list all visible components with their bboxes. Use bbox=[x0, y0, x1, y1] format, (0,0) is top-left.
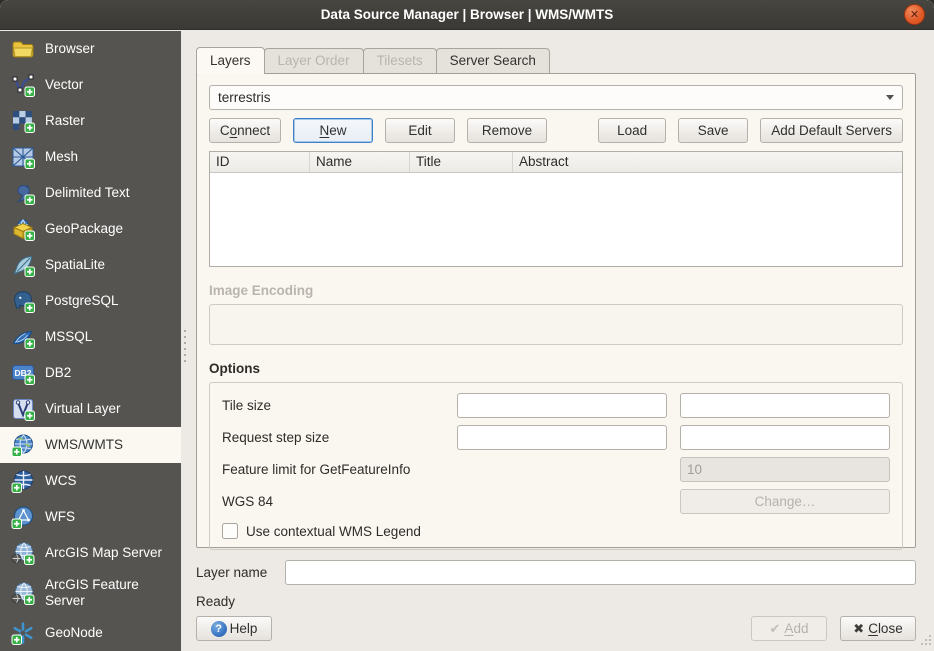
connection-buttons: Connect New Edit Remove Load Save Add De… bbox=[209, 118, 903, 143]
tile-size-width-input[interactable] bbox=[457, 393, 667, 418]
options-group: Tile size Request step size Feature limi… bbox=[209, 382, 903, 550]
crs-change-button[interactable]: Change… bbox=[680, 489, 890, 514]
feather-icon bbox=[11, 253, 35, 277]
sidebar-item-geonode[interactable]: GeoNode bbox=[0, 615, 181, 651]
folder-icon bbox=[11, 37, 35, 61]
wms-globe-icon bbox=[11, 433, 35, 457]
tab-tilesets[interactable]: Tilesets bbox=[363, 48, 437, 73]
tab-layer-order[interactable]: Layer Order bbox=[264, 48, 364, 73]
column-header-name[interactable]: Name bbox=[310, 152, 410, 172]
layers-tab-panel: terrestris Connect New Edit Remove Load … bbox=[196, 73, 916, 548]
titlebar: Data Source Manager | Browser | WMS/WMTS… bbox=[0, 0, 934, 30]
sidebar-item-geopackage[interactable]: GeoPackage bbox=[0, 211, 181, 247]
sidebar-item-raster[interactable]: Raster bbox=[0, 103, 181, 139]
layer-name-input[interactable] bbox=[285, 560, 916, 585]
virtual-layer-icon bbox=[11, 397, 35, 421]
wms-tabbar: Layers Layer Order Tilesets Server Searc… bbox=[196, 47, 916, 73]
sidebar-item-vector[interactable]: Vector bbox=[0, 67, 181, 103]
load-button[interactable]: Load bbox=[598, 118, 666, 143]
db2-icon: DB2 bbox=[11, 361, 35, 385]
elephant-icon bbox=[11, 289, 35, 313]
sidebar-item-arcgis-map-server[interactable]: ArcGIS Map Server bbox=[0, 535, 181, 571]
window-title: Data Source Manager | Browser | WMS/WMTS bbox=[321, 7, 614, 22]
sidebar-item-spatialite[interactable]: SpatiaLite bbox=[0, 247, 181, 283]
tile-size-label: Tile size bbox=[222, 398, 444, 413]
sidebar-item-db2[interactable]: DB2 DB2 bbox=[0, 355, 181, 391]
vector-icon bbox=[11, 73, 35, 97]
feature-limit-label: Feature limit for GetFeatureInfo bbox=[222, 462, 667, 477]
sail-icon bbox=[11, 325, 35, 349]
layer-list-table: ID Name Title Abstract bbox=[209, 151, 903, 267]
crs-label: WGS 84 bbox=[222, 494, 667, 509]
sidebar-item-wcs[interactable]: WCS bbox=[0, 463, 181, 499]
tab-layers[interactable]: Layers bbox=[196, 47, 265, 74]
tab-server-search[interactable]: Server Search bbox=[436, 48, 550, 73]
sidebar-item-postgresql[interactable]: PostgreSQL bbox=[0, 283, 181, 319]
chevron-down-icon bbox=[886, 95, 894, 100]
tile-size-height-input[interactable] bbox=[680, 393, 890, 418]
sidebar-item-wfs[interactable]: WFS bbox=[0, 499, 181, 535]
close-icon: ✕ bbox=[910, 8, 919, 21]
sidebar-item-delimited-text[interactable]: Delimited Text bbox=[0, 175, 181, 211]
sidebar-item-mssql[interactable]: MSSQL bbox=[0, 319, 181, 355]
arcgis-globe-icon bbox=[11, 541, 35, 565]
image-encoding-title: Image Encoding bbox=[209, 283, 903, 298]
add-default-servers-button[interactable]: Add Default Servers bbox=[760, 118, 903, 143]
image-encoding-group bbox=[209, 304, 903, 345]
close-button[interactable]: ✖ Close bbox=[840, 616, 916, 641]
status-text: Ready bbox=[196, 594, 916, 609]
wcs-globe-icon bbox=[11, 469, 35, 493]
request-step-size-label: Request step size bbox=[222, 430, 444, 445]
layer-name-row: Layer name bbox=[196, 560, 916, 585]
arcgis-globe-icon bbox=[11, 581, 35, 605]
layer-list-body[interactable] bbox=[210, 173, 902, 266]
contextual-legend-checkbox[interactable] bbox=[222, 523, 238, 539]
help-button[interactable]: ? Help bbox=[196, 616, 272, 641]
save-button[interactable]: Save bbox=[678, 118, 748, 143]
close-x-icon: ✖ bbox=[853, 621, 864, 637]
dialog-footer: ? Help ✔ Add ✖ Close bbox=[196, 616, 916, 641]
server-connection-select[interactable]: terrestris bbox=[209, 85, 903, 110]
sidebar-item-browser[interactable]: Browser bbox=[0, 31, 181, 67]
wfs-globe-icon bbox=[11, 505, 35, 529]
column-header-abstract[interactable]: Abstract bbox=[513, 152, 902, 172]
remove-button[interactable]: Remove bbox=[467, 118, 547, 143]
raster-icon bbox=[11, 109, 35, 133]
request-step-height-input[interactable] bbox=[680, 425, 890, 450]
sidebar-item-mesh[interactable]: Mesh bbox=[0, 139, 181, 175]
data-source-manager-dialog: Data Source Manager | Browser | WMS/WMTS… bbox=[0, 0, 934, 651]
window-close-button[interactable]: ✕ bbox=[904, 4, 925, 25]
server-connection-value: terrestris bbox=[218, 90, 886, 105]
column-header-id[interactable]: ID bbox=[210, 152, 310, 172]
checkmark-icon: ✔ bbox=[770, 621, 781, 637]
mesh-icon bbox=[11, 145, 35, 169]
geonode-icon bbox=[11, 621, 35, 645]
connect-button[interactable]: Connect bbox=[209, 118, 281, 143]
source-type-sidebar: Browser Vector Raster Mesh Delimited Tex… bbox=[0, 31, 181, 651]
add-button[interactable]: ✔ Add bbox=[751, 616, 827, 641]
contextual-legend-checkbox-row[interactable]: Use contextual WMS Legend bbox=[222, 523, 890, 539]
contextual-legend-label: Use contextual WMS Legend bbox=[246, 524, 421, 539]
layer-list-header: ID Name Title Abstract bbox=[210, 152, 902, 173]
help-question-icon: ? bbox=[211, 621, 227, 637]
feature-limit-input[interactable] bbox=[680, 457, 890, 482]
options-title: Options bbox=[209, 361, 903, 376]
main-panel: Layers Layer Order Tilesets Server Searc… bbox=[181, 31, 934, 651]
sidebar-item-wms-wmts[interactable]: WMS/WMTS bbox=[0, 427, 181, 463]
column-header-title[interactable]: Title bbox=[410, 152, 513, 172]
edit-button[interactable]: Edit bbox=[385, 118, 455, 143]
request-step-width-input[interactable] bbox=[457, 425, 667, 450]
layer-name-label: Layer name bbox=[196, 565, 276, 580]
comma-icon bbox=[11, 181, 35, 205]
geopackage-icon bbox=[11, 217, 35, 241]
sidebar-item-arcgis-feature-server[interactable]: ArcGIS Feature Server bbox=[0, 571, 181, 615]
window-resize-grip[interactable] bbox=[920, 634, 932, 649]
new-button[interactable]: New bbox=[293, 118, 373, 143]
sidebar-item-virtual-layer[interactable]: Virtual Layer bbox=[0, 391, 181, 427]
